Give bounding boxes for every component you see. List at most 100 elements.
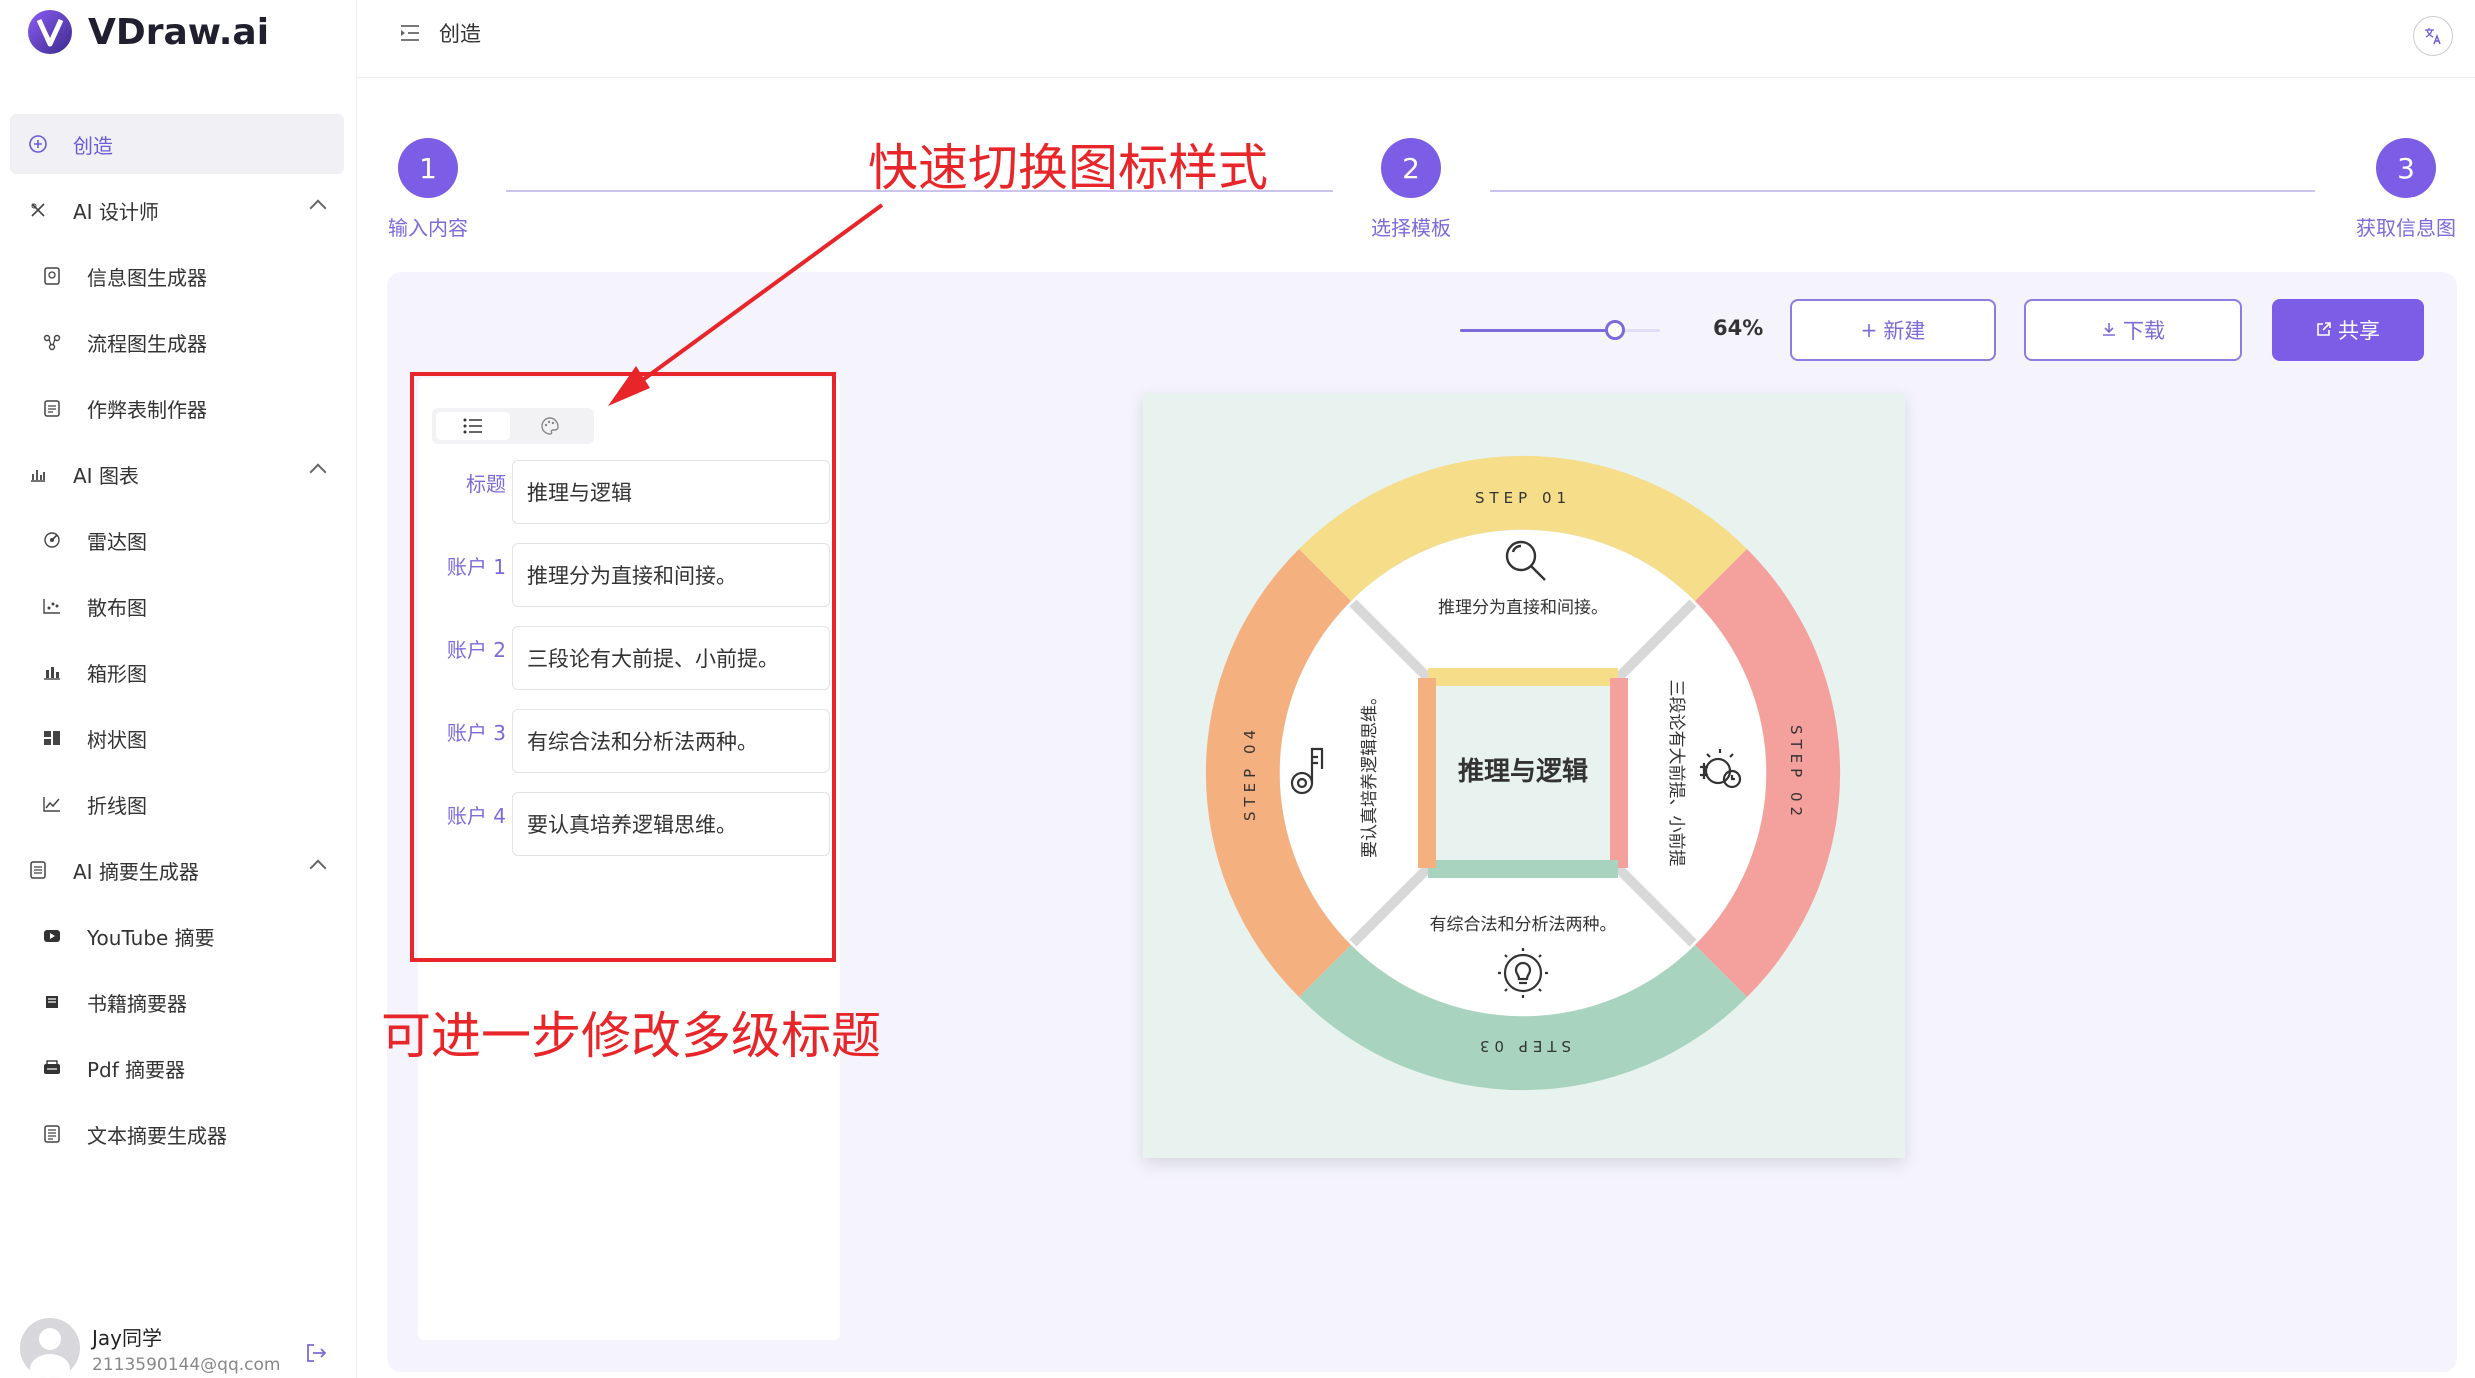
sidebar-item-treemap[interactable]: 树状图 bbox=[10, 708, 344, 768]
center-frame-right bbox=[1610, 678, 1628, 868]
sidebar-item-label: 文本摘要生成器 bbox=[87, 1123, 227, 1148]
sidebar-group-ai-summary[interactable]: AI 摘要生成器 bbox=[10, 840, 344, 900]
sidebar-item-label: 折线图 bbox=[87, 793, 147, 818]
linechart-icon bbox=[41, 793, 63, 815]
scatter-icon bbox=[41, 595, 63, 617]
sidebar-item-label: 创造 bbox=[73, 133, 113, 158]
share-button-label: 共享 bbox=[2338, 319, 2380, 343]
user-email: 2113590144@qq.com bbox=[92, 1354, 281, 1375]
plus-icon: + bbox=[1860, 318, 1878, 342]
menu-fold-icon[interactable] bbox=[400, 24, 420, 42]
share-icon bbox=[2316, 318, 2332, 342]
step-02-text: 三段论有大前提、小前提 bbox=[1666, 680, 1686, 867]
center-frame-top bbox=[1428, 668, 1618, 686]
sidebar-item-book[interactable]: 书籍摘要器 bbox=[10, 972, 344, 1032]
youtube-icon bbox=[41, 925, 63, 947]
flowchart-icon bbox=[41, 331, 63, 353]
step-03-label: STEP 03 bbox=[1475, 1037, 1571, 1055]
annotation-top: 快速切换图标样式 bbox=[868, 139, 1268, 197]
sidebar-item-label: 散布图 bbox=[87, 595, 147, 620]
top-header: 创造 bbox=[357, 0, 2475, 78]
radar-icon bbox=[41, 529, 63, 551]
pdf-icon bbox=[41, 1057, 63, 1079]
chart-icon bbox=[27, 463, 49, 485]
sidebar-item-label: 作弊表制作器 bbox=[87, 397, 207, 422]
logout-icon[interactable] bbox=[305, 1343, 327, 1363]
step-label: 获取信息图 bbox=[2356, 216, 2456, 240]
sidebar-item-label: 雷达图 bbox=[87, 529, 147, 554]
new-button[interactable]: + 新建 bbox=[1790, 299, 1996, 361]
sidebar-item-cheatsheet[interactable]: 作弊表制作器 bbox=[10, 378, 344, 438]
text-doc-icon bbox=[41, 1123, 63, 1145]
sidebar-item-scatter[interactable]: 散布图 bbox=[10, 576, 344, 636]
chevron-up-icon bbox=[309, 859, 327, 877]
cheatsheet-icon bbox=[41, 397, 63, 419]
annotation-highlight-box bbox=[410, 372, 836, 962]
new-button-label: 新建 bbox=[1883, 319, 1926, 343]
step-label: 输入内容 bbox=[388, 216, 468, 240]
annotation-bottom: 可进一步修改多级标题 bbox=[381, 1007, 881, 1065]
infographic-title: 推理与逻辑 bbox=[1458, 757, 1588, 787]
step-number: 1 bbox=[398, 138, 458, 198]
step-2[interactable]: 2 选择模板 bbox=[1351, 138, 1471, 241]
user-profile[interactable]: Jay同学 2113590144@qq.com bbox=[20, 1318, 280, 1378]
user-name: Jay同学 bbox=[92, 1325, 162, 1350]
sidebar-item-label: AI 设计师 bbox=[73, 199, 159, 224]
infographic-diagram: STEP 01 STEP 02 STEP 03 STEP 04 推理与逻辑 推理… bbox=[1205, 455, 1841, 1091]
translate-icon[interactable] bbox=[2413, 16, 2453, 56]
step-number: 3 bbox=[2376, 138, 2436, 198]
zoom-value: 64% bbox=[1713, 316, 1764, 340]
sidebar-item-boxplot[interactable]: 箱形图 bbox=[10, 642, 344, 702]
step-01-label: STEP 01 bbox=[1475, 489, 1571, 507]
sidebar-item-flowchart[interactable]: 流程图生成器 bbox=[10, 312, 344, 372]
treemap-icon bbox=[41, 727, 63, 749]
center-frame-bottom bbox=[1428, 860, 1618, 878]
sidebar-item-label: 信息图生成器 bbox=[87, 265, 207, 290]
sidebar-item-label: YouTube 摘要 bbox=[87, 925, 215, 950]
avatar bbox=[20, 1318, 80, 1378]
zoom-slider-fill[interactable] bbox=[1460, 329, 1620, 332]
sidebar-item-label: 流程图生成器 bbox=[87, 331, 207, 356]
step-02-label: STEP 02 bbox=[1787, 725, 1805, 821]
sidebar-item-label: 箱形图 bbox=[87, 661, 147, 686]
zoom-slider-handle[interactable] bbox=[1605, 320, 1625, 340]
sidebar-item-label: AI 图表 bbox=[73, 463, 139, 488]
download-button[interactable]: 下载 bbox=[2024, 299, 2242, 361]
design-icon bbox=[27, 199, 49, 221]
step-1[interactable]: 1 输入内容 bbox=[368, 138, 488, 241]
sidebar-item-radar[interactable]: 雷达图 bbox=[10, 510, 344, 570]
sidebar-item-label: Pdf 摘要器 bbox=[87, 1057, 186, 1082]
sidebar-group-ai-chart[interactable]: AI 图表 bbox=[10, 444, 344, 504]
user-info: Jay同学 2113590144@qq.com bbox=[92, 1322, 280, 1375]
sidebar: VDraw.ai 创造 AI 设计师 信息图生成器 流程图生成器 作弊表制作器 … bbox=[0, 0, 357, 1378]
sidebar-item-create[interactable]: 创造 bbox=[10, 114, 344, 174]
sidebar-group-ai-designer[interactable]: AI 设计师 bbox=[10, 180, 344, 240]
download-icon bbox=[2101, 318, 2117, 342]
step-04-label: STEP 04 bbox=[1241, 725, 1259, 821]
sidebar-item-pdf[interactable]: Pdf 摘要器 bbox=[10, 1038, 344, 1098]
infographic-icon bbox=[41, 265, 63, 287]
boxplot-icon bbox=[41, 661, 63, 683]
breadcrumb: 创造 bbox=[439, 22, 481, 46]
summary-icon bbox=[27, 859, 49, 881]
app-name: VDraw.ai bbox=[88, 11, 270, 53]
sidebar-item-linechart[interactable]: 折线图 bbox=[10, 774, 344, 834]
sidebar-item-infographic[interactable]: 信息图生成器 bbox=[10, 246, 344, 306]
logo[interactable]: VDraw.ai bbox=[26, 8, 269, 56]
sidebar-item-label: 书籍摘要器 bbox=[87, 991, 187, 1016]
book-icon bbox=[41, 991, 63, 1013]
step-number: 2 bbox=[1381, 138, 1441, 198]
share-button[interactable]: 共享 bbox=[2272, 299, 2424, 361]
sidebar-item-label: AI 摘要生成器 bbox=[73, 859, 199, 884]
step-connector bbox=[1490, 190, 2315, 192]
sidebar-item-label: 树状图 bbox=[87, 727, 147, 752]
step-label: 选择模板 bbox=[1371, 216, 1451, 240]
step-01-text: 推理分为直接和间接。 bbox=[1438, 598, 1608, 618]
sidebar-item-text-summary[interactable]: 文本摘要生成器 bbox=[10, 1104, 344, 1164]
sidebar-item-youtube[interactable]: YouTube 摘要 bbox=[10, 906, 344, 966]
chevron-up-icon bbox=[309, 463, 327, 481]
step-3[interactable]: 3 获取信息图 bbox=[2346, 138, 2466, 241]
step-03-text: 有综合法和分析法两种。 bbox=[1430, 915, 1617, 935]
plus-circle-icon bbox=[27, 133, 49, 155]
zoom-slider-track[interactable] bbox=[1620, 329, 1660, 332]
